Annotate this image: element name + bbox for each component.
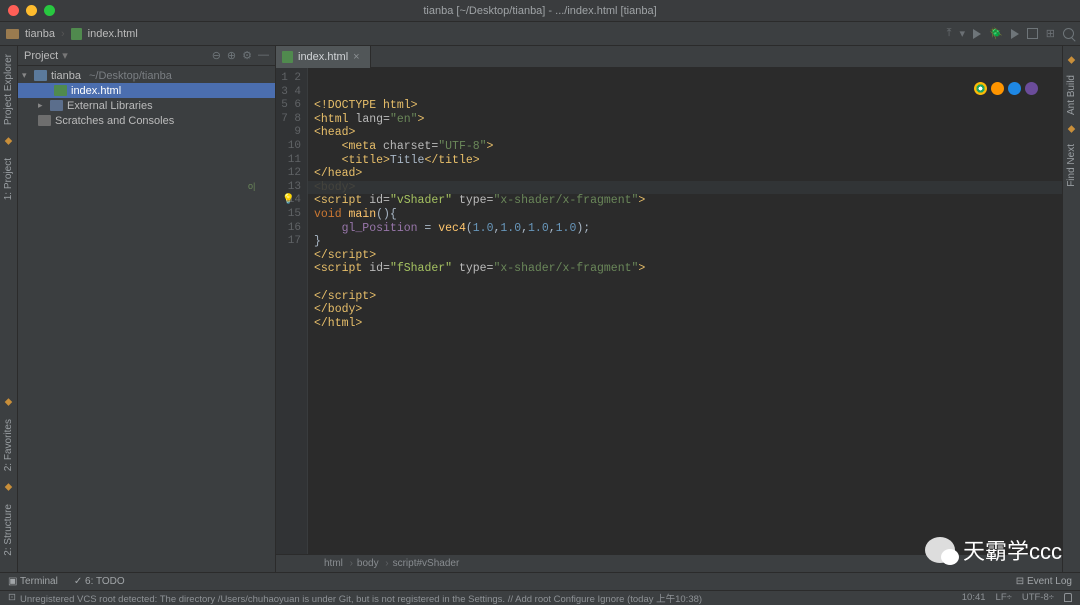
minimize-window-icon[interactable] bbox=[26, 5, 37, 16]
debug-icon[interactable]: 🪲 bbox=[989, 27, 1003, 40]
project-folder-icon bbox=[34, 70, 47, 81]
build-icon[interactable]: ⤒ bbox=[947, 27, 952, 40]
rail-favorites[interactable]: 2: Favorites bbox=[3, 419, 14, 471]
chevron-right-icon: › bbox=[61, 28, 65, 40]
html-file-icon bbox=[282, 51, 293, 63]
status-message[interactable]: Unregistered VCS root detected: The dire… bbox=[20, 591, 702, 605]
safari-icon[interactable] bbox=[1008, 82, 1021, 95]
browser-preview-icons bbox=[974, 82, 1038, 95]
window-controls bbox=[8, 5, 55, 16]
coverage-icon[interactable] bbox=[1011, 29, 1019, 39]
editor-body[interactable]: 1 2 3 4 5 6 7 8 9 10 11 12 13 14 15 16 1… bbox=[276, 68, 1062, 554]
tree-file-label: index.html bbox=[71, 85, 121, 97]
locate-icon[interactable]: ⊕ bbox=[227, 49, 236, 62]
tree-scratches[interactable]: Scratches and Consoles bbox=[18, 113, 275, 128]
run-icon[interactable] bbox=[973, 29, 981, 39]
breadcrumb-file[interactable]: index.html bbox=[88, 28, 138, 40]
gutter-marker-ok: o| bbox=[248, 181, 255, 191]
status-caret-position[interactable]: 10:41 bbox=[962, 592, 986, 603]
tree-root[interactable]: ▾ tianba ~/Desktop/tianba bbox=[18, 68, 275, 83]
close-icon[interactable]: × bbox=[353, 51, 359, 63]
project-tree[interactable]: ▾ tianba ~/Desktop/tianba index.html ▸ E… bbox=[18, 66, 275, 130]
status-vcs-icon[interactable]: ⊡ bbox=[8, 592, 16, 603]
rail-find[interactable]: Find Next bbox=[1066, 144, 1077, 187]
crumb-script[interactable]: script#vShader bbox=[393, 558, 460, 569]
library-icon bbox=[50, 100, 63, 111]
sidebar-title[interactable]: Project bbox=[24, 50, 58, 62]
crumb-html[interactable]: html bbox=[324, 558, 343, 569]
tree-external-libraries[interactable]: ▸ External Libraries bbox=[18, 98, 275, 113]
left-tool-rail: Project Explorer ⬥ 1: Project ⬥ 2: Favor… bbox=[0, 46, 18, 572]
hide-icon[interactable]: — bbox=[258, 49, 269, 62]
folder-icon bbox=[6, 29, 19, 39]
rail-project-explorer[interactable]: Project Explorer bbox=[3, 54, 14, 125]
editor-area: index.html × 1 2 3 4 5 6 7 8 9 10 11 12 … bbox=[276, 46, 1062, 572]
crumb-body[interactable]: body bbox=[357, 558, 379, 569]
caret-right-icon[interactable]: ▸ bbox=[38, 100, 46, 111]
line-gutter: 1 2 3 4 5 6 7 8 9 10 11 12 13 14 15 16 1… bbox=[276, 68, 308, 554]
layout-icon[interactable]: ⊞ bbox=[1046, 27, 1055, 40]
editor-tabbar: index.html × bbox=[276, 46, 1062, 68]
sidebar-header: Project ▾ ⊖ ⊕ ⚙ — bbox=[18, 46, 275, 66]
collapse-icon[interactable]: ⊖ bbox=[212, 49, 221, 62]
terminal-button[interactable]: ▣ Terminal bbox=[8, 576, 58, 587]
status-encoding[interactable]: UTF-8÷ bbox=[1022, 592, 1054, 603]
opera-icon[interactable] bbox=[1025, 82, 1038, 95]
bulb-icon[interactable]: 💡 bbox=[282, 194, 294, 205]
run-config-dropdown[interactable]: ▾ bbox=[960, 27, 966, 40]
breadcrumb-folder[interactable]: tianba bbox=[25, 28, 55, 40]
tree-scratch-label: Scratches and Consoles bbox=[55, 115, 174, 127]
dropdown-icon[interactable]: ▾ bbox=[62, 49, 68, 62]
rail-project[interactable]: 1: Project bbox=[3, 158, 14, 200]
titlebar: tianba [~/Desktop/tianba] - .../index.ht… bbox=[0, 0, 1080, 22]
zoom-window-icon[interactable] bbox=[44, 5, 55, 16]
project-sidebar: Project ▾ ⊖ ⊕ ⚙ — ▾ tianba ~/Desktop/tia… bbox=[18, 46, 276, 572]
window-title: tianba [~/Desktop/tianba] - .../index.ht… bbox=[423, 5, 656, 17]
scratch-icon bbox=[38, 115, 51, 126]
firefox-icon[interactable] bbox=[991, 82, 1004, 95]
bottom-toolbar: ▣ Terminal ✓ 6: TODO ⊟ Event Log bbox=[0, 572, 1080, 590]
tree-file-index[interactable]: index.html bbox=[18, 83, 275, 98]
navigation-bar: tianba › index.html ⤒ ▾ 🪲 ⊞ bbox=[0, 22, 1080, 46]
settings-icon[interactable]: ⚙ bbox=[242, 49, 252, 62]
chrome-icon[interactable] bbox=[974, 82, 987, 95]
html-file-icon bbox=[71, 28, 82, 40]
rail-structure[interactable]: 2: Structure bbox=[3, 504, 14, 556]
html-file-icon bbox=[54, 85, 67, 96]
right-tool-rail: ⬥ Ant Build ⬥ Find Next bbox=[1062, 46, 1080, 572]
lock-icon[interactable] bbox=[1064, 593, 1072, 602]
status-bar: ⊡ Unregistered VCS root detected: The di… bbox=[0, 590, 1080, 604]
code-content[interactable]: <!DOCTYPE html> <html lang="en"> <head> … bbox=[308, 68, 1062, 554]
caret-down-icon[interactable]: ▾ bbox=[22, 70, 30, 81]
editor-breadcrumb: html body script#vShader bbox=[276, 554, 1062, 572]
tab-label: index.html bbox=[298, 51, 348, 63]
tree-extlib-label: External Libraries bbox=[67, 100, 153, 112]
search-icon[interactable] bbox=[1063, 28, 1074, 39]
editor-tab-index[interactable]: index.html × bbox=[276, 46, 371, 68]
tree-root-hint: ~/Desktop/tianba bbox=[89, 70, 172, 82]
rail-ant[interactable]: Ant Build bbox=[1066, 75, 1077, 115]
event-log-button[interactable]: ⊟ Event Log bbox=[1016, 576, 1072, 587]
stop-icon[interactable] bbox=[1027, 28, 1038, 39]
todo-button[interactable]: ✓ 6: TODO bbox=[74, 576, 125, 587]
close-window-icon[interactable] bbox=[8, 5, 19, 16]
current-line-highlight bbox=[308, 181, 1062, 195]
tree-root-label: tianba bbox=[51, 70, 81, 82]
status-line-sep[interactable]: LF÷ bbox=[996, 592, 1012, 603]
